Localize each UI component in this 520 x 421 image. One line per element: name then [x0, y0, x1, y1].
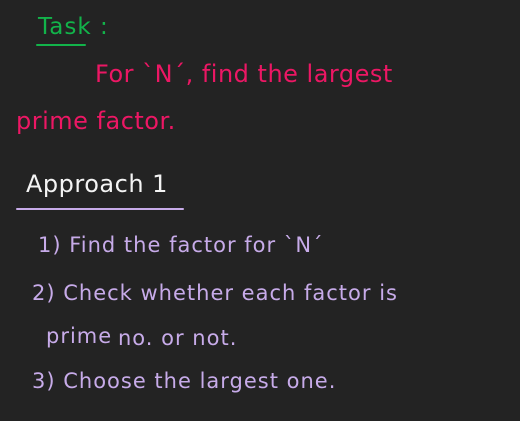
approach-step-2-word-prime: prime: [46, 324, 113, 348]
task-text-line-2: prime factor.: [16, 107, 176, 135]
approach-step-2: 2) Check whether each factor is: [32, 281, 398, 305]
task-heading: Task :: [38, 14, 109, 40]
approach-heading-underline: [16, 208, 184, 210]
task-heading-underline: [36, 44, 86, 46]
approach-step-2-continuation: no. or not.: [118, 326, 238, 350]
task-text-line-1: For `N´, find the largest: [95, 60, 393, 88]
approach-step-1: 1) Find the factor for `N´: [38, 233, 324, 257]
approach-heading: Approach 1: [26, 170, 168, 198]
note-canvas: Task : For `N´, find the largest prime f…: [0, 0, 520, 421]
approach-step-3: 3) Choose the largest one.: [32, 369, 337, 393]
